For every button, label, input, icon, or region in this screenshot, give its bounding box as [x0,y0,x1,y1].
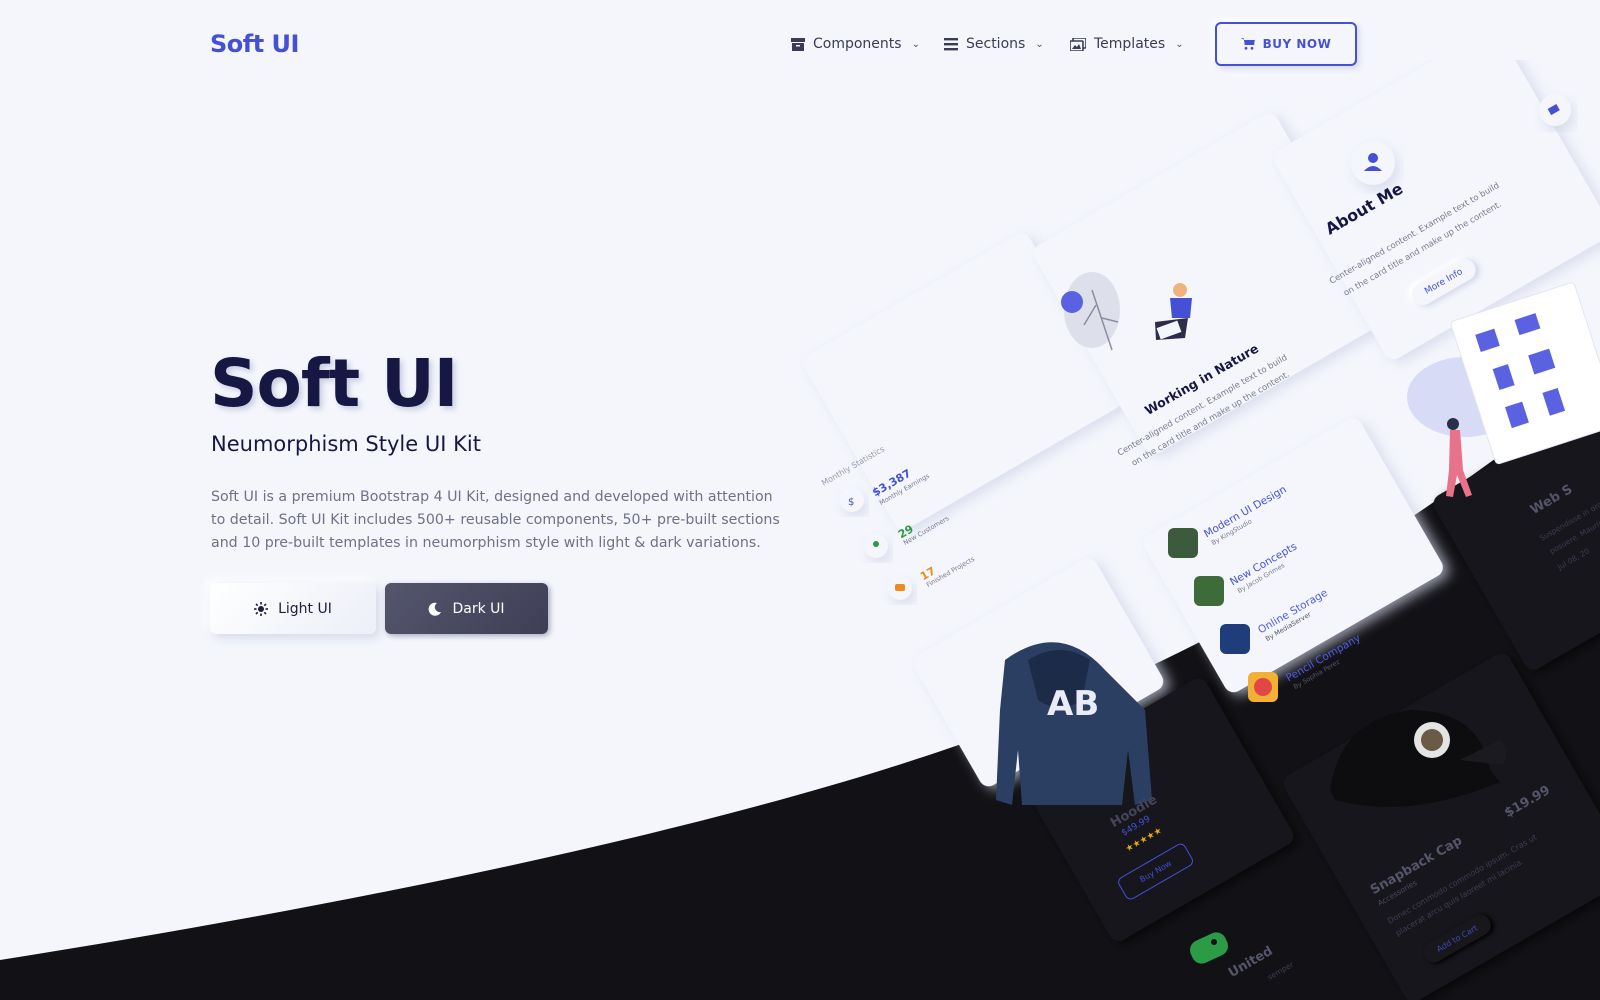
svg-text:$: $ [848,497,854,508]
nav-templates-label: Templates [1094,36,1166,52]
hero-description: Soft UI is a premium Bootstrap 4 UI Kit,… [211,489,780,551]
project-thumb-1 [1168,528,1198,558]
buy-now-label: BUY NOW [1262,37,1332,51]
buy-now-button[interactable]: BUY NOW [1215,22,1357,66]
dark-ui-button[interactable]: Dark UI [385,583,548,634]
dark-ui-label: Dark UI [452,600,505,617]
light-ui-button[interactable]: Light UI [210,583,376,634]
nav-sections[interactable]: Sections ⌄ [944,36,1044,52]
hero-subtitle: Neumorphism Style UI Kit [211,432,481,456]
chevron-down-icon: ⌄ [1035,38,1044,50]
nav-components[interactable]: Components ⌄ [791,36,920,52]
project-thumb-3 [1220,624,1250,654]
chevron-down-icon: ⌄ [911,38,920,50]
archive-icon [791,37,805,51]
person-illustration [1173,283,1187,297]
nav-sections-label: Sections [966,36,1026,52]
brand-logo[interactable]: Soft UI [210,30,299,58]
hero-title: Soft UI [210,345,458,422]
gamepad-icon [1189,932,1229,964]
project-thumb-2 [1194,576,1224,606]
user-icon [1368,153,1378,163]
images-icon [1070,37,1086,51]
svg-text:AB: AB [1047,684,1099,724]
navbar: Soft UI Components ⌄ Sections ⌄ Template… [0,0,1600,90]
light-ui-label: Light UI [278,600,332,617]
moon-icon [429,602,442,616]
nav-components-label: Components [813,36,902,52]
cart-icon [1240,38,1255,50]
sun-icon [254,601,269,616]
chevron-down-icon: ⌄ [1175,38,1184,50]
nav-templates[interactable]: Templates ⌄ [1070,36,1184,52]
showcase-mockup: $ AB About Me Center-aligned content. Ex… [760,60,1600,1000]
list-icon [944,37,958,50]
